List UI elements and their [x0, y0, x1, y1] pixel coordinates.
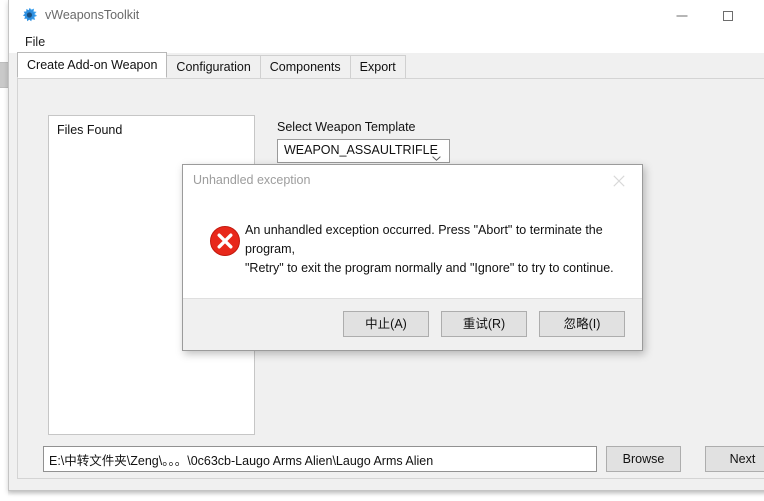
- browse-button[interactable]: Browse: [606, 446, 681, 472]
- tab-strip: Create Add-on Weapon Configuration Compo…: [17, 52, 406, 78]
- minimize-icon: [676, 15, 688, 16]
- menu-bar: File: [9, 31, 764, 53]
- select-weapon-template-label: Select Weapon Template: [277, 120, 416, 134]
- files-found-label: Files Found: [57, 123, 123, 137]
- chevron-down-icon: [432, 148, 441, 161]
- maximize-button[interactable]: [705, 0, 751, 31]
- weapon-template-value: WEAPON_ASSAULTRIFLE: [284, 143, 438, 157]
- weapon-template-dropdown[interactable]: WEAPON_ASSAULTRIFLE: [277, 139, 450, 163]
- dialog-title: Unhandled exception: [193, 173, 311, 187]
- dialog-abort-button[interactable]: 中止(A): [343, 311, 429, 337]
- dialog-footer: 中止(A) 重试(R) 忽略(I): [183, 298, 642, 350]
- dialog-body: An unhandled exception occurred. Press "…: [183, 197, 642, 301]
- unhandled-exception-dialog: Unhandled exception An unhandled excepti…: [182, 164, 643, 351]
- menu-item-file[interactable]: File: [21, 33, 49, 52]
- window-title: vWeaponsToolkit: [45, 8, 140, 22]
- gear-icon: [21, 7, 38, 24]
- maximize-icon: [723, 10, 733, 21]
- dialog-close-button[interactable]: [598, 165, 642, 195]
- next-button[interactable]: Next: [705, 446, 764, 472]
- dialog-ignore-button[interactable]: 忽略(I): [539, 311, 625, 337]
- dialog-retry-button[interactable]: 重试(R): [441, 311, 527, 337]
- tab-components[interactable]: Components: [259, 55, 351, 78]
- title-bar: vWeaponsToolkit: [9, 0, 764, 31]
- window-drop-shadow: [8, 491, 764, 496]
- error-circle-x-icon: [209, 225, 241, 257]
- tab-configuration[interactable]: Configuration: [166, 55, 261, 78]
- tab-export[interactable]: Export: [349, 55, 406, 78]
- tab-create-addon-weapon[interactable]: Create Add-on Weapon: [17, 52, 168, 78]
- dialog-message: An unhandled exception occurred. Press "…: [245, 223, 614, 275]
- dialog-title-bar: Unhandled exception: [183, 165, 642, 197]
- minimize-button[interactable]: [659, 0, 705, 31]
- folder-path-input[interactable]: [43, 446, 597, 472]
- screen: vWeaponsToolkit File Create Add-on Weapo…: [0, 0, 764, 501]
